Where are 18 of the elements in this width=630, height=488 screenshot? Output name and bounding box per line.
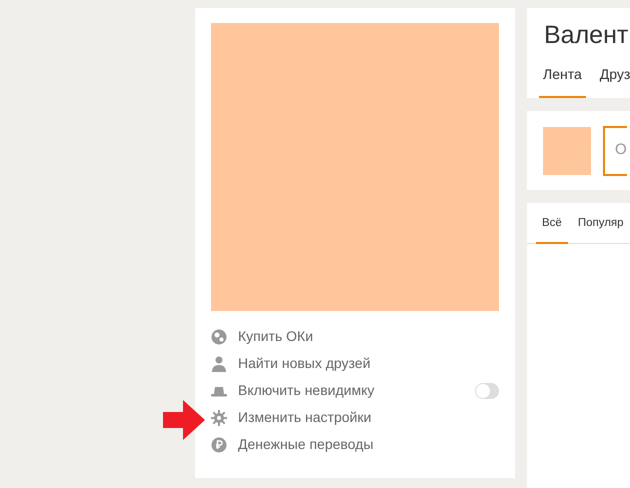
menu-link[interactable]: Включить невидимку (238, 380, 374, 401)
pointer-arrow-drawing (163, 400, 205, 440)
tab[interactable]: Друз (596, 64, 630, 98)
menu-link[interactable]: Изменить настройки (238, 407, 372, 428)
tab[interactable]: Популяр (572, 203, 630, 244)
coins-icon (211, 328, 227, 344)
avatar-placeholder (543, 126, 591, 174)
menu-link[interactable]: Купить ОКи (238, 326, 314, 347)
settings-icon (211, 410, 227, 426)
toggle-switch[interactable] (475, 382, 499, 398)
menu-link[interactable]: Найти новых друзей (238, 353, 370, 374)
ruble-icon (211, 436, 227, 452)
tab[interactable]: Всё (536, 203, 568, 244)
menu-link[interactable]: Денежные переводы (238, 434, 374, 455)
placeholder-text: О (615, 140, 627, 160)
person-icon (211, 356, 227, 372)
tab[interactable]: Лента (539, 64, 586, 98)
profile-name: Валент (543, 20, 630, 50)
